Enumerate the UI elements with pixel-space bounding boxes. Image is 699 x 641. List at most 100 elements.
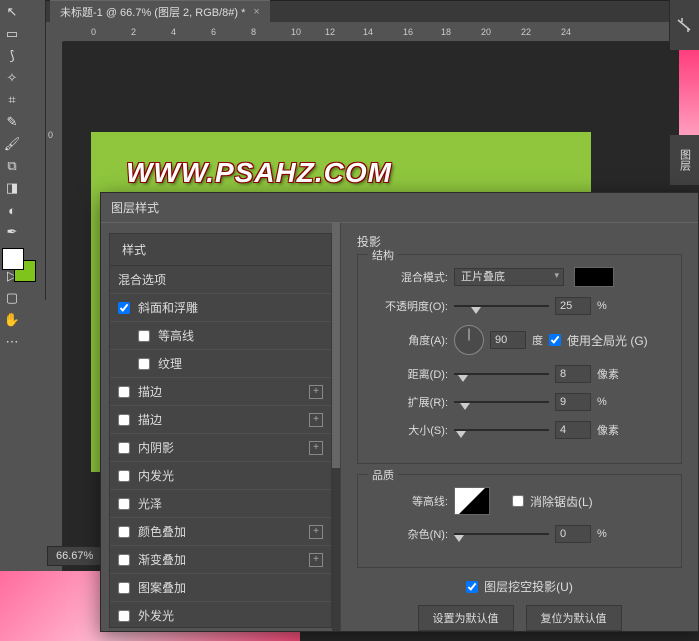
- contour-picker[interactable]: [454, 487, 490, 515]
- style-item-bevel[interactable]: 斜面和浮雕: [110, 294, 331, 322]
- document-tab-bar: 未标题-1 @ 66.7% (图层 2, RGB/8#) * ×: [0, 0, 699, 22]
- add-icon[interactable]: +: [309, 553, 323, 567]
- close-icon[interactable]: ×: [253, 6, 259, 18]
- marquee-tool[interactable]: ▭: [2, 24, 22, 44]
- style-list-panel: 样式 混合选项 斜面和浮雕 等高线 纹理 描边: [101, 223, 341, 631]
- zoom-tool[interactable]: ⋯: [2, 332, 22, 352]
- noise-unit: %: [597, 528, 607, 540]
- shadow-color-chip[interactable]: [574, 267, 614, 287]
- document-tab[interactable]: 未标题-1 @ 66.7% (图层 2, RGB/8#) * ×: [50, 0, 270, 23]
- document-tab-title: 未标题-1 @ 66.7% (图层 2, RGB/8#) *: [60, 4, 245, 20]
- hand-tool[interactable]: ✋: [2, 310, 22, 330]
- pen-tool[interactable]: ✒: [2, 222, 22, 242]
- size-label: 大小(S):: [368, 422, 448, 438]
- distance-slider[interactable]: [454, 367, 549, 381]
- gradient-tool[interactable]: ◐: [2, 200, 22, 220]
- style-item-stroke1[interactable]: 描边 +: [110, 378, 331, 406]
- drop-shadow-settings: 投影 结构 混合模式: 正片叠底 不透明度(O):: [341, 223, 698, 631]
- adjustments-icon: [676, 16, 694, 34]
- distance-input[interactable]: [555, 365, 591, 383]
- color-overlay-checkbox[interactable]: [118, 526, 130, 538]
- noise-label: 杂色(N):: [368, 526, 448, 542]
- spread-unit: %: [597, 396, 607, 408]
- add-icon[interactable]: +: [309, 413, 323, 427]
- style-item-pattern-overlay[interactable]: 图案叠加: [110, 574, 331, 602]
- color-swatches: [2, 248, 42, 288]
- brush-tool[interactable]: 🖌: [2, 134, 22, 154]
- inner-shadow-checkbox[interactable]: [118, 442, 130, 454]
- stamp-tool[interactable]: ⧉: [2, 156, 22, 176]
- contour-label: 等高线:: [368, 493, 448, 509]
- move-tool[interactable]: ↖: [2, 2, 22, 22]
- knockout-checkbox[interactable]: [466, 581, 478, 593]
- add-icon[interactable]: +: [309, 441, 323, 455]
- global-light-label: 使用全局光 (G): [567, 332, 648, 349]
- layer-style-dialog: 图层样式 样式 混合选项 斜面和浮雕 等高线 纹理: [100, 192, 699, 632]
- outer-glow-checkbox[interactable]: [118, 610, 130, 622]
- global-light-checkbox[interactable]: [549, 334, 561, 346]
- dialog-title: 图层样式: [101, 193, 698, 223]
- stroke2-checkbox[interactable]: [118, 414, 130, 426]
- size-unit: 像素: [597, 422, 619, 438]
- ruler-horizontal: 0 2 4 6 8 10 12 14 16 18 20 22 24: [63, 22, 699, 42]
- inner-glow-checkbox[interactable]: [118, 470, 130, 482]
- noise-input[interactable]: [555, 525, 591, 543]
- eyedropper-tool[interactable]: ✎: [2, 112, 22, 132]
- opacity-input[interactable]: [555, 297, 591, 315]
- style-item-satin[interactable]: 光泽: [110, 490, 331, 518]
- distance-unit: 像素: [597, 366, 619, 382]
- texture-checkbox[interactable]: [138, 358, 150, 370]
- blend-mode-select[interactable]: 正片叠底: [454, 268, 564, 286]
- opacity-unit: %: [597, 300, 607, 312]
- right-collapsed-panel[interactable]: [669, 0, 699, 50]
- anti-alias-label: 消除锯齿(L): [530, 493, 593, 510]
- add-icon[interactable]: +: [309, 385, 323, 399]
- style-item-texture[interactable]: 纹理: [110, 350, 331, 378]
- style-item-gradient-overlay[interactable]: 渐变叠加 +: [110, 546, 331, 574]
- opacity-label: 不透明度(O):: [368, 298, 448, 314]
- blend-options-item[interactable]: 混合选项: [110, 266, 331, 294]
- reset-default-button[interactable]: 复位为默认值: [526, 605, 622, 631]
- crop-tool[interactable]: ⌗: [2, 90, 22, 110]
- anti-alias-checkbox[interactable]: [512, 495, 524, 507]
- structure-label: 结构: [368, 247, 398, 263]
- size-slider[interactable]: [454, 423, 549, 437]
- wand-tool[interactable]: ✧: [2, 68, 22, 88]
- gradient-overlay-checkbox[interactable]: [118, 554, 130, 566]
- angle-dial[interactable]: [454, 325, 484, 355]
- watermark-text: WWW.PSAHZ.COM: [126, 157, 392, 189]
- shape-tool[interactable]: ▢: [2, 288, 22, 308]
- knockout-label: 图层挖空投影(U): [484, 578, 573, 595]
- bevel-checkbox[interactable]: [118, 302, 130, 314]
- satin-checkbox[interactable]: [118, 498, 130, 510]
- structure-fieldset: 结构 混合模式: 正片叠底 不透明度(O): %: [357, 254, 682, 464]
- blend-mode-label: 混合模式:: [368, 269, 448, 285]
- opacity-slider[interactable]: [454, 299, 549, 313]
- spread-input[interactable]: [555, 393, 591, 411]
- zoom-level[interactable]: 66.67%: [47, 546, 105, 566]
- add-icon[interactable]: +: [309, 525, 323, 539]
- style-item-color-overlay[interactable]: 颜色叠加 +: [110, 518, 331, 546]
- size-input[interactable]: [555, 421, 591, 439]
- layers-panel-tab[interactable]: 图层: [669, 135, 699, 185]
- quality-label: 品质: [368, 467, 398, 483]
- style-list-header: 样式: [110, 234, 331, 266]
- spread-slider[interactable]: [454, 395, 549, 409]
- angle-unit: 度: [532, 332, 543, 348]
- panel-title: 投影: [357, 233, 682, 250]
- noise-slider[interactable]: [454, 527, 549, 541]
- stroke1-checkbox[interactable]: [118, 386, 130, 398]
- spread-label: 扩展(R):: [368, 394, 448, 410]
- style-item-outer-glow[interactable]: 外发光: [110, 602, 331, 628]
- make-default-button[interactable]: 设置为默认值: [418, 605, 514, 631]
- contour-checkbox[interactable]: [138, 330, 150, 342]
- pattern-overlay-checkbox[interactable]: [118, 582, 130, 594]
- style-item-stroke2[interactable]: 描边 +: [110, 406, 331, 434]
- foreground-color-swatch[interactable]: [2, 248, 24, 270]
- eraser-tool[interactable]: ◨: [2, 178, 22, 198]
- style-item-contour[interactable]: 等高线: [110, 322, 331, 350]
- lasso-tool[interactable]: ⟆: [2, 46, 22, 66]
- style-item-inner-glow[interactable]: 内发光: [110, 462, 331, 490]
- angle-input[interactable]: [490, 331, 526, 349]
- style-item-inner-shadow[interactable]: 内阴影 +: [110, 434, 331, 462]
